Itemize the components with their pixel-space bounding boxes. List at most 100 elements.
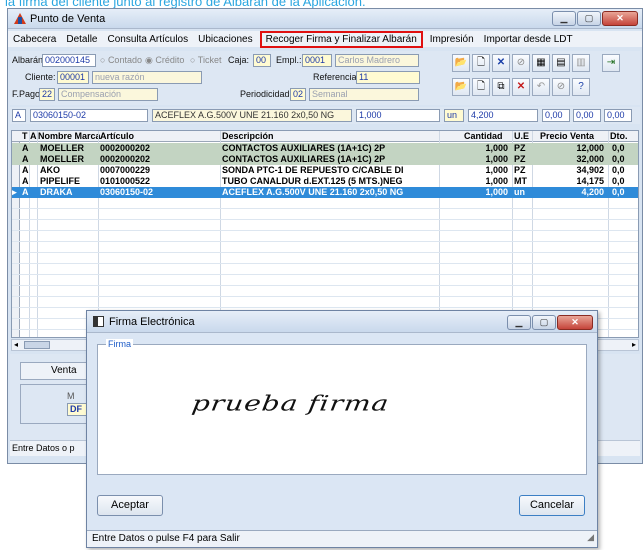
caja-field[interactable]: 00 [253, 54, 271, 67]
lines-grid[interactable]: T A Nombre Marca Artículo Descripción Ca… [11, 130, 639, 338]
entry-cantidad-field[interactable]: 1,000 [356, 109, 440, 122]
entry-dto2-field[interactable]: 0,00 [573, 109, 601, 122]
cell-marca: AKO [40, 165, 60, 175]
close-button[interactable]: ✕ [602, 11, 638, 26]
periodicidad-name-field: Semanal [309, 88, 419, 101]
copy-icon[interactable]: ⧉ [492, 78, 510, 96]
resize-grip-icon[interactable]: ◢ [587, 529, 594, 545]
cell-marca: MOELLER [40, 143, 84, 153]
aceptar-button[interactable]: Aceptar [97, 495, 163, 516]
delete-icon[interactable]: ✕ [492, 54, 510, 72]
empl-code-field[interactable]: 0001 [302, 54, 332, 67]
col-articulo-header[interactable]: Artículo [100, 131, 134, 142]
dialog-minimize-button[interactable]: ▁ [507, 315, 531, 330]
stop-icon[interactable]: ⊘ [512, 54, 530, 72]
cancelar-button[interactable]: Cancelar [519, 495, 585, 516]
cell-descripcion: SONDA PTC-1 DE REPUESTO C/CABLE DI [222, 165, 404, 175]
menu-recoger-firma[interactable]: Recoger Firma y Finalizar Albarán [259, 30, 423, 48]
calculator-icon[interactable]: ▥ [572, 54, 590, 72]
entry-dto3-field[interactable]: 0,00 [604, 109, 632, 122]
entry-ue-field[interactable]: un [444, 109, 464, 122]
cell-articulo: 0007000229 [100, 165, 151, 175]
referencia-label: Referencia: [313, 72, 360, 82]
open-folder-2-icon[interactable]: 📂 [452, 78, 470, 96]
albaran-field[interactable]: 002000145 [42, 54, 96, 67]
cell-precio: 12,000 [576, 143, 604, 153]
exit-icon[interactable]: ⇥ [602, 54, 620, 72]
printer-icon[interactable]: ▤ [552, 54, 570, 72]
col-a-header[interactable]: A [30, 131, 37, 142]
col-precio-header[interactable]: Precio Venta [540, 131, 594, 142]
menu-cabecera[interactable]: Cabecera [8, 34, 61, 45]
table-row-selected[interactable]: ▸ A DRAKA 03060150-02 ACEFLEX A.G.500V U… [12, 187, 638, 198]
menu-detalle[interactable]: Detalle [61, 34, 102, 45]
scroll-thumb[interactable] [24, 341, 50, 349]
col-marca-header[interactable]: Nombre Marca [38, 131, 101, 142]
maximize-button[interactable]: ▢ [577, 11, 601, 26]
dialog-status-bar: Entre Datos o pulse F4 para Salir ◢ [87, 530, 597, 547]
cell-dto: 0,0 [612, 154, 625, 164]
cell-cantidad: 1,000 [485, 165, 508, 175]
radio-ticket-label: Ticket [197, 55, 222, 65]
tab-venta[interactable]: Venta [20, 362, 90, 380]
col-cantidad-header[interactable]: Cantidad [464, 131, 503, 142]
cell-cantidad: 1,000 [485, 187, 508, 197]
undo-icon[interactable]: ↶ [532, 78, 550, 96]
open-folder-icon[interactable]: 📂 [452, 54, 470, 72]
minimize-button[interactable]: ▁ [552, 11, 576, 26]
col-descripcion-header[interactable]: Descripción [222, 131, 274, 142]
signature-canvas[interactable]: prueba firma [98, 345, 586, 474]
cell-articulo: 03060150-02 [100, 187, 154, 197]
menu-importar-ldt[interactable]: Importar desde LDT [479, 34, 578, 45]
menu-ubicaciones[interactable]: Ubicaciones [193, 34, 257, 45]
cell-dto: 0,0 [612, 187, 625, 197]
empl-label: Empl.: [276, 55, 302, 65]
entry-tipo-field[interactable]: A [12, 109, 26, 122]
cell-ue: PZ [514, 165, 526, 175]
dialog-maximize-button[interactable]: ▢ [532, 315, 556, 330]
col-dto-header[interactable]: Dto. [610, 131, 628, 142]
table-row[interactable]: A MOELLER 0002000202 CONTACTOS AUXILIARE… [12, 154, 638, 165]
delete-line-icon[interactable]: ✕ [512, 78, 530, 96]
radio-credito[interactable]: ◉ Crédito [145, 55, 184, 66]
entry-descripcion-field: ACEFLEX A.G.500V UNE 21.160 2x0,50 NG [152, 109, 352, 122]
periodicidad-code-field[interactable]: 02 [290, 88, 306, 101]
new-line-icon[interactable]: 🗋 [472, 78, 490, 96]
entry-dto1-field[interactable]: 0,00 [542, 109, 570, 122]
stop-line-icon[interactable]: ⊘ [552, 78, 570, 96]
cell-cantidad: 1,000 [485, 176, 508, 186]
table-row[interactable]: A PIPELIFE 0101000522 TUBO CANALDUR d.EX… [12, 176, 638, 187]
menu-consulta-articulos[interactable]: Consulta Artículos [103, 34, 194, 45]
radio-ticket[interactable]: ○ Ticket [190, 55, 221, 65]
help-icon[interactable]: ? [572, 78, 590, 96]
new-document-icon[interactable]: 🗋 [472, 54, 490, 72]
radio-contado[interactable]: ○ Contado [100, 55, 142, 65]
scroll-left-icon[interactable]: ◂ [14, 340, 18, 349]
dialog-close-button[interactable]: ✕ [557, 315, 593, 330]
cell-descripcion: TUBO CANALDUR d.EXT.125 (5 MTS.)NEG [222, 176, 403, 186]
entry-articulo-field[interactable]: 03060150-02 [30, 109, 148, 122]
cliente-code-field[interactable]: 00001 [57, 71, 89, 84]
fpago-code-field[interactable]: 22 [39, 88, 55, 101]
cell-t: A [22, 165, 29, 175]
table-row[interactable]: A AKO 0007000229 SONDA PTC-1 DE REPUESTO… [12, 165, 638, 176]
cell-descripcion: ACEFLEX A.G.500V UNE 21.160 2x0,50 NG [222, 187, 404, 197]
entry-precio-field[interactable]: 4,200 [468, 109, 538, 122]
col-t-header[interactable]: T [22, 131, 28, 142]
cell-marca: DRAKA [40, 187, 73, 197]
line-entry-row: A 03060150-02 ACEFLEX A.G.500V UNE 21.16… [10, 107, 640, 124]
col-ue-header[interactable]: U.E [514, 131, 529, 142]
cliente-name-field: nueva razón [92, 71, 202, 84]
table-row[interactable]: A MOELLER 0002000202 CONTACTOS AUXILIARE… [12, 143, 638, 154]
scroll-right-icon[interactable]: ▸ [632, 340, 636, 349]
referencia-field[interactable]: 11 [356, 71, 420, 84]
signature-group[interactable]: Firma prueba firma [97, 339, 587, 475]
totals-box: M DF [20, 384, 90, 424]
cliente-label: Cliente: [25, 72, 56, 82]
cell-descripcion: CONTACTOS AUXILIARES (1A+1C) 2P [222, 143, 386, 153]
cell-dto: 0,0 [612, 165, 625, 175]
table-icon[interactable]: ▦ [532, 54, 550, 72]
fpago-name-field: Compensación [58, 88, 158, 101]
menu-impresion[interactable]: Impresión [425, 34, 479, 45]
cell-marca: PIPELIFE [40, 176, 81, 186]
